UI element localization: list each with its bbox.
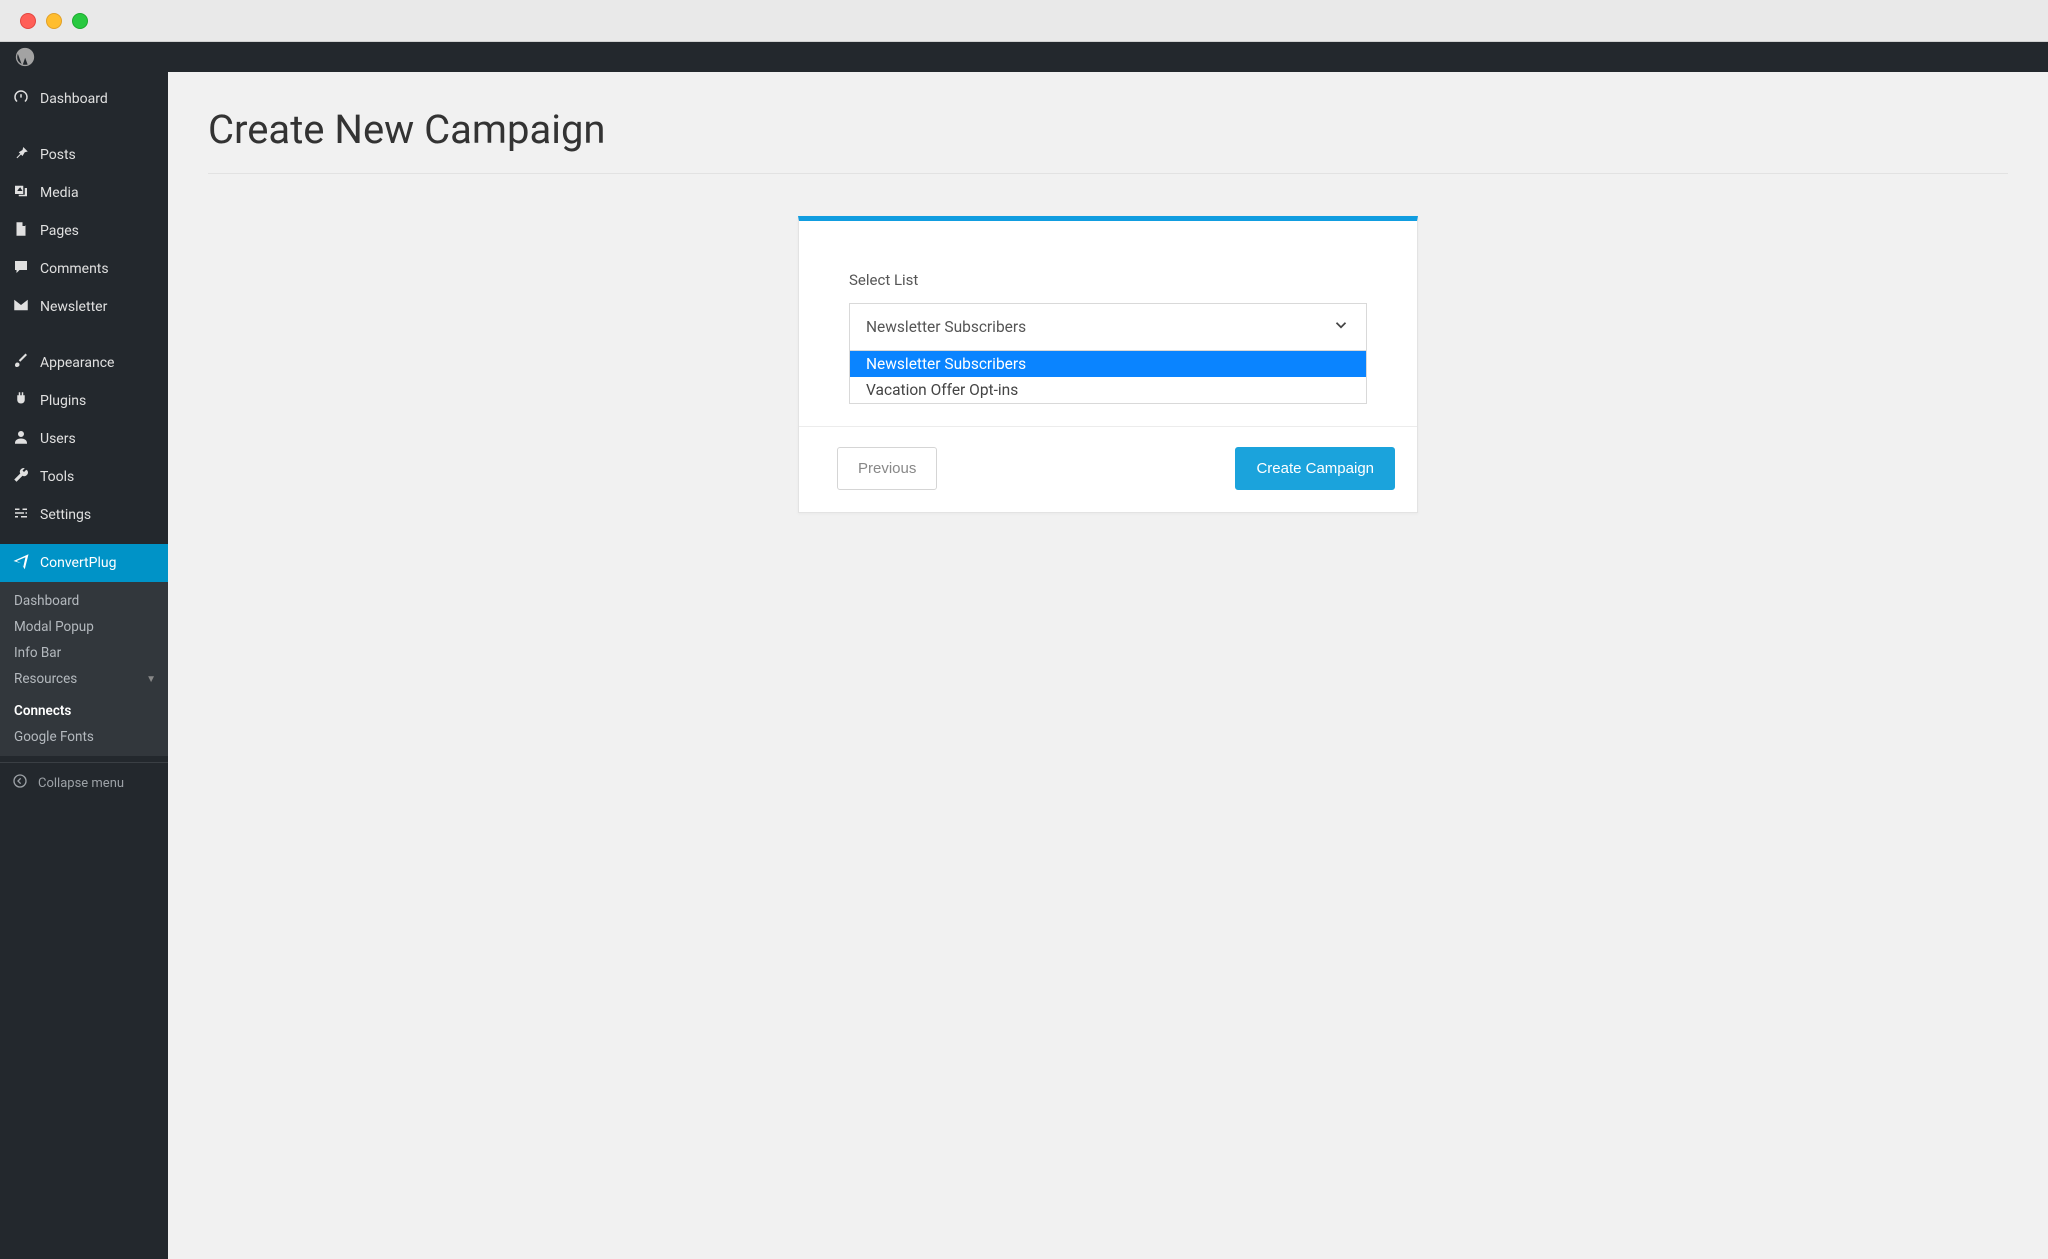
previous-button[interactable]: Previous (837, 447, 937, 490)
sidebar-separator (0, 326, 168, 336)
sidebar-item-label: ConvertPlug (40, 555, 116, 571)
sidebar-item-comments[interactable]: Comments (0, 250, 168, 288)
option-vacation-offer-optins[interactable]: Vacation Offer Opt-ins (850, 377, 1366, 403)
option-newsletter-subscribers[interactable]: Newsletter Subscribers (850, 351, 1366, 377)
sidebar-item-label: Comments (40, 261, 109, 277)
caret-down-icon: ▼ (146, 674, 156, 685)
submenu-item-info-bar[interactable]: Info Bar (0, 640, 168, 666)
user-icon (12, 428, 30, 450)
collapse-label: Collapse menu (38, 776, 124, 791)
select-value: Newsletter Subscribers (866, 318, 1026, 336)
sidebar-item-tools[interactable]: Tools (0, 458, 168, 496)
submenu-item-connects[interactable]: Connects (0, 698, 168, 724)
sidebar-group: Dashboard (0, 72, 168, 118)
page-icon (12, 220, 30, 242)
paper-plane-icon (12, 552, 30, 574)
sidebar-item-label: Media (40, 185, 79, 201)
admin-sidebar: Dashboard Posts Media Pages Comments (0, 72, 168, 1259)
sidebar-item-label: Settings (40, 507, 91, 523)
chevron-down-icon (1332, 316, 1350, 338)
sidebar-item-media[interactable]: Media (0, 174, 168, 212)
submenu-item-google-fonts[interactable]: Google Fonts (0, 724, 168, 750)
submenu-item-resources[interactable]: Resources ▼ (0, 666, 168, 692)
collapse-icon (12, 773, 28, 793)
brush-icon (12, 352, 30, 374)
collapse-menu-button[interactable]: Collapse menu (0, 762, 168, 803)
sidebar-item-newsletter[interactable]: Newsletter (0, 288, 168, 326)
select-current[interactable]: Newsletter Subscribers (850, 304, 1366, 350)
sidebar-item-dashboard[interactable]: Dashboard (0, 80, 168, 118)
sidebar-submenu: Dashboard Modal Popup Info Bar Resources… (0, 582, 168, 756)
traffic-light-zoom[interactable] (72, 13, 88, 29)
sidebar-item-label: Tools (40, 469, 74, 485)
sidebar-item-label: Dashboard (40, 91, 108, 107)
window-chrome (0, 0, 2048, 42)
sidebar-item-pages[interactable]: Pages (0, 212, 168, 250)
wp-admin-bar (0, 42, 2048, 72)
submenu-item-label: Dashboard (14, 593, 79, 609)
wrench-icon (12, 466, 30, 488)
create-campaign-button[interactable]: Create Campaign (1235, 447, 1395, 490)
sidebar-item-label: Appearance (40, 355, 114, 371)
sidebar-group: Appearance Plugins Users Tools Settings (0, 336, 168, 534)
main-content: Create New Campaign Select List Newslett… (168, 72, 2048, 1259)
sidebar-item-label: Plugins (40, 393, 86, 409)
traffic-light-minimize[interactable] (46, 13, 62, 29)
sidebar-item-label: Posts (40, 147, 76, 163)
wordpress-logo-icon[interactable] (14, 46, 36, 68)
card-footer: Previous Create Campaign (799, 426, 1417, 512)
sidebar-item-plugins[interactable]: Plugins (0, 382, 168, 420)
sidebar-separator (0, 534, 168, 544)
campaign-card: Select List Newsletter Subscribers Newsl… (798, 216, 1418, 513)
submenu-item-label: Resources (14, 671, 77, 687)
sliders-icon (12, 504, 30, 526)
submenu-item-label: Modal Popup (14, 619, 94, 635)
sidebar-item-posts[interactable]: Posts (0, 136, 168, 174)
sidebar-item-appearance[interactable]: Appearance (0, 344, 168, 382)
sidebar-item-label: Pages (40, 223, 79, 239)
comment-icon (12, 258, 30, 280)
sidebar-group: Posts Media Pages Comments Newsletter (0, 128, 168, 326)
select-options: Newsletter Subscribers Vacation Offer Op… (850, 350, 1366, 403)
mail-icon (12, 296, 30, 318)
submenu-item-modal-popup[interactable]: Modal Popup (0, 614, 168, 640)
submenu-item-label: Info Bar (14, 645, 61, 661)
sidebar-separator (0, 118, 168, 128)
list-select[interactable]: Newsletter Subscribers Newsletter Subscr… (849, 303, 1367, 404)
sidebar-item-convertplug[interactable]: ConvertPlug (0, 544, 168, 582)
dashboard-icon (12, 88, 30, 110)
option-label: Newsletter Subscribers (866, 355, 1026, 373)
sidebar-item-users[interactable]: Users (0, 420, 168, 458)
traffic-light-close[interactable] (20, 13, 36, 29)
sidebar-item-settings[interactable]: Settings (0, 496, 168, 534)
submenu-item-label: Connects (14, 703, 71, 719)
media-icon (12, 182, 30, 204)
plug-icon (12, 390, 30, 412)
pin-icon (12, 144, 30, 166)
divider (208, 173, 2008, 174)
select-list-label: Select List (849, 271, 1367, 289)
sidebar-group: ConvertPlug Dashboard Modal Popup Info B… (0, 544, 168, 756)
page-title: Create New Campaign (208, 106, 2008, 153)
sidebar-item-label: Newsletter (40, 299, 107, 315)
submenu-item-dashboard[interactable]: Dashboard (0, 588, 168, 614)
sidebar-item-label: Users (40, 431, 76, 447)
submenu-item-label: Google Fonts (14, 729, 94, 745)
option-label: Vacation Offer Opt-ins (866, 381, 1018, 399)
